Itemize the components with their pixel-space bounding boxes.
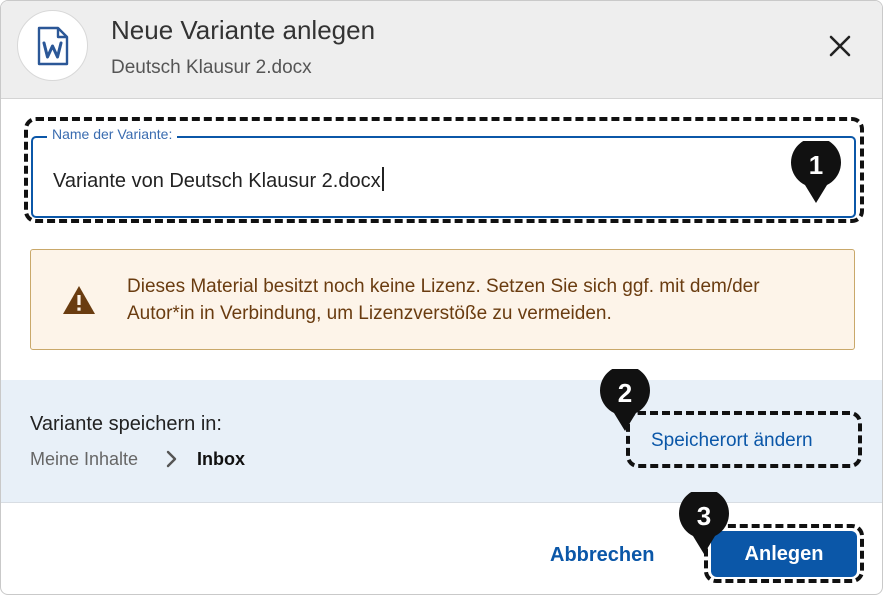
callout-number: 1 <box>808 150 824 180</box>
dialog-subtitle: Deutsch Klausur 2.docx <box>111 57 312 78</box>
callout-pin: 1 <box>790 137 842 205</box>
save-location-label: Variante speichern in: <box>30 413 222 435</box>
license-warning-text: Dieses Material besitzt noch keine Lizen… <box>127 276 760 324</box>
callout-pin: 2 <box>599 365 651 433</box>
breadcrumb-current: Inbox <box>197 449 245 469</box>
chevron-right-icon <box>164 449 180 469</box>
variant-name-label: Name der Variante: <box>47 126 178 142</box>
callout-number: 3 <box>696 501 712 531</box>
dialog-header: Neue Variante anlegen Deutsch Klausur 2.… <box>1 1 882 99</box>
warning-icon <box>62 285 96 315</box>
variant-name-value[interactable]: Variante von Deutsch Klausur 2.docx <box>53 167 384 193</box>
callout-number: 2 <box>617 378 633 408</box>
breadcrumb-item: Meine Inhalte <box>30 449 139 469</box>
dialog-title: Neue Variante anlegen <box>111 15 376 45</box>
create-variant-dialog: Neue Variante anlegen Deutsch Klausur 2.… <box>0 0 883 595</box>
close-button[interactable] <box>821 27 859 65</box>
change-location-button[interactable]: Speicherort ändern <box>651 430 813 452</box>
callout-pin: 3 <box>678 488 730 556</box>
text-caret <box>381 167 384 191</box>
create-button[interactable]: Anlegen <box>711 531 857 577</box>
close-icon <box>829 35 851 57</box>
cancel-button[interactable]: Abbrechen <box>550 544 654 567</box>
word-document-icon <box>17 10 88 81</box>
